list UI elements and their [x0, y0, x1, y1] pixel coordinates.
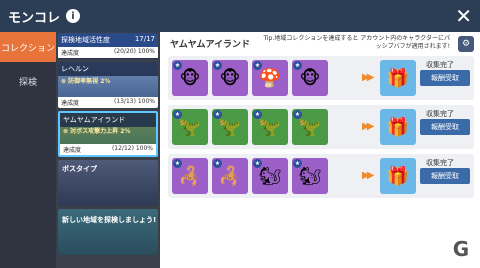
star-badge-icon: ★: [213, 159, 222, 168]
region-summary-title: 探検地域活性度: [61, 36, 110, 44]
star-badge-icon: ★: [213, 61, 222, 70]
monster-card[interactable]: ★ 🍄: [252, 60, 288, 96]
monster-card[interactable]: ★ 🦂: [172, 158, 208, 194]
page-title: モンコレ: [8, 10, 61, 26]
monster-card[interactable]: ★ 🐵: [212, 60, 248, 96]
monster-icon: 🐿: [298, 165, 322, 187]
watermark-logo: G: [452, 237, 470, 261]
info-icon[interactable]: i: [66, 9, 81, 23]
monster-card[interactable]: ★ 🦂: [212, 158, 248, 194]
star-badge-icon: ★: [293, 61, 302, 70]
collection-panel: ヤムヤムアイランド Tip.地域コレクションを達成すると アカウント内のキャラク…: [160, 32, 480, 268]
monster-icon: 🍄: [258, 67, 282, 89]
region-summary: 探検地域活性度 17/17 達成度 (20/20) 100%: [58, 33, 158, 59]
region-card-new[interactable]: 新しい地域を探検しましょう!: [58, 209, 158, 255]
collection-status: 収集完了: [426, 159, 454, 167]
monster-card[interactable]: ★ 🐿: [252, 158, 288, 194]
stat-value: (20/20) 100%: [113, 48, 155, 55]
region-card-boss-type[interactable]: ボスタイプ: [58, 160, 158, 206]
monster-icon: 🐵: [219, 67, 241, 89]
collection-status: 収集完了: [426, 61, 454, 69]
nav-item-collection[interactable]: コレクション: [0, 32, 56, 62]
reward-chest-icon[interactable]: 🎁: [380, 158, 416, 194]
reward-chest-icon[interactable]: 🎁: [380, 60, 416, 96]
reward-chest-icon[interactable]: 🎁: [380, 109, 416, 145]
stat-value: (12/12) 100%: [111, 145, 153, 152]
star-badge-icon: ★: [173, 110, 182, 119]
region-summary-stat: 達成度 (20/20) 100%: [58, 47, 158, 58]
region-card-leheln[interactable]: レヘルン ⊗ 防御率無視 2% 達成度 (13/13) 100%: [58, 62, 158, 108]
region-stat: 達成度 (12/12) 100%: [60, 144, 156, 155]
star-badge-icon: ★: [293, 110, 302, 119]
monster-icon: 🦂: [218, 165, 242, 187]
monster-icon: 🦖: [258, 116, 282, 138]
monster-card[interactable]: ★ 🦖: [172, 109, 208, 145]
monster-icon: 🐿: [258, 165, 282, 187]
stat-label: 達成度: [61, 100, 80, 107]
star-badge-icon: ★: [293, 159, 302, 168]
nav-item-explore[interactable]: 探検: [0, 68, 56, 94]
star-badge-icon: ★: [213, 110, 222, 119]
region-heading: ヤムヤムアイランド: [170, 40, 251, 50]
monster-card[interactable]: ★ 🦖: [212, 109, 248, 145]
monster-icon: 🐵: [299, 67, 321, 89]
collection-set-row: ★ 🦂 ★ 🦂 ★ 🐿 ★ 🐿 ▶▶ 🎁 収集完了 報酬受取: [168, 154, 474, 198]
stat-label: 達成度: [63, 147, 82, 154]
close-icon[interactable]: ✕: [455, 4, 472, 28]
star-badge-icon: ★: [253, 110, 262, 119]
monster-icon: 🐵: [179, 67, 201, 89]
monster-card[interactable]: ★ 🦖: [252, 109, 288, 145]
region-bonus: ⊗ 防御率無視 2%: [61, 78, 111, 85]
collection-status: 収集完了: [426, 110, 454, 118]
arrow-icon: ▶▶: [362, 170, 375, 181]
monster-card[interactable]: ★ 🐵: [292, 60, 328, 96]
monster-icon: 🦖: [298, 116, 322, 138]
region-bonus: ⊗ 対ボス攻撃力上昇 2%: [63, 128, 131, 135]
star-badge-icon: ★: [253, 159, 262, 168]
region-title: ボスタイプ: [62, 165, 97, 173]
side-nav: コレクション 探検: [0, 32, 56, 268]
collection-set-row: ★ 🦖 ★ 🦖 ★ 🦖 ★ 🦖 ▶▶ 🎁 収集完了 報酬受取: [168, 105, 474, 149]
region-bonus-text: 防御率無視 2%: [68, 78, 111, 85]
top-bar: モンコレ i ✕: [0, 0, 480, 32]
claim-reward-button[interactable]: 報酬受取: [420, 119, 470, 135]
monster-card[interactable]: ★ 🦖: [292, 109, 328, 145]
collection-set-row: ★ 🐵 ★ 🐵 ★ 🍄 ★ 🐵 ▶▶ 🎁 収集完了 報酬受取: [168, 56, 474, 100]
region-stat: 達成度 (13/13) 100%: [58, 97, 158, 108]
star-badge-icon: ★: [253, 61, 262, 70]
star-badge-icon: ★: [173, 61, 182, 70]
stat-label: 達成度: [61, 50, 80, 57]
claim-reward-button[interactable]: 報酬受取: [420, 70, 470, 86]
arrow-icon: ▶▶: [362, 72, 375, 83]
star-badge-icon: ★: [173, 159, 182, 168]
region-summary-label: 探検地域活性度 17/17: [58, 33, 158, 47]
region-list: 探検地域活性度 17/17 達成度 (20/20) 100% レヘルン ⊗ 防御…: [58, 33, 158, 268]
region-summary-progress: 17/17: [134, 35, 155, 43]
region-cta-text: 新しい地域を探検しましょう!: [62, 216, 157, 224]
monster-card[interactable]: ★ 🐵: [172, 60, 208, 96]
claim-reward-button[interactable]: 報酬受取: [420, 168, 470, 184]
region-card-yumyum[interactable]: ヤムヤムアイランド ⊗ 対ボス攻撃力上昇 2% 達成度 (12/12) 100%: [58, 111, 158, 157]
monster-icon: 🦖: [218, 116, 242, 138]
buff-info-icon[interactable]: ⚙: [458, 36, 474, 52]
arrow-icon: ▶▶: [362, 121, 375, 132]
region-title: レヘルン: [58, 62, 158, 76]
tip-text: Tip.地域コレクションを達成すると アカウント内のキャラクターにパッシブバフが…: [263, 35, 450, 50]
monster-icon: 🦂: [178, 165, 202, 187]
stat-value: (13/13) 100%: [113, 98, 155, 105]
monster-icon: 🦖: [178, 116, 202, 138]
region-title: ヤムヤムアイランド: [60, 113, 156, 127]
region-bonus-text: 対ボス攻撃力上昇 2%: [70, 128, 131, 135]
monster-card[interactable]: ★ 🐿: [292, 158, 328, 194]
